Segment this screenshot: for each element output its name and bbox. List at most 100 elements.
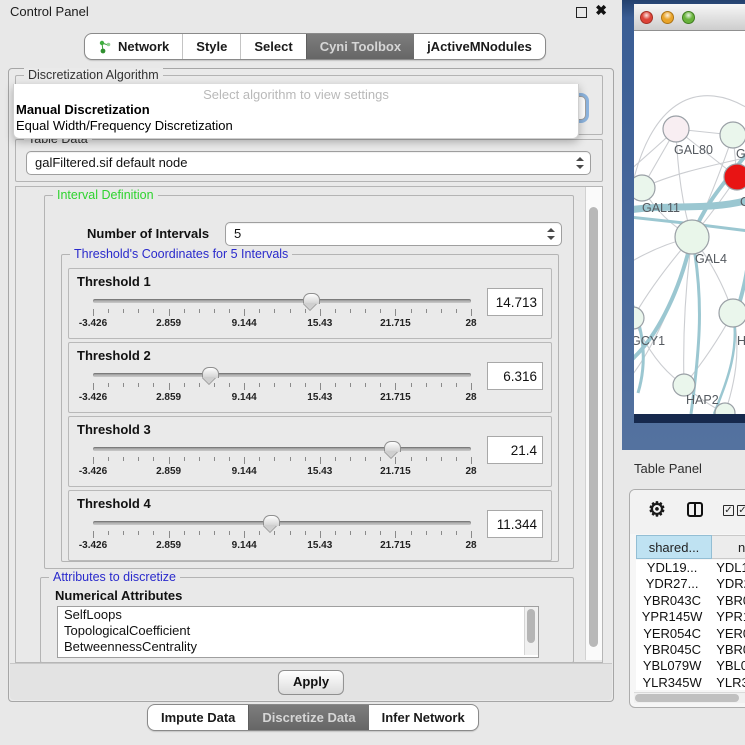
minimize-traffic-light-icon[interactable] xyxy=(661,11,674,24)
table-cell: YER0 xyxy=(708,626,745,642)
network-node[interactable] xyxy=(720,122,745,148)
checkbox-icon[interactable]: ✓ xyxy=(723,505,734,516)
network-edge-highlighted[interactable] xyxy=(736,200,745,314)
threshold-3-panel: Threshold 3-3.4262.8599.14415.4321.71528… xyxy=(68,416,552,487)
network-node-label: GAL11 xyxy=(642,201,680,215)
threshold-slider[interactable]: -3.4262.8599.14415.4321.71528 xyxy=(93,515,471,557)
table-cell: YBL079W xyxy=(636,658,708,674)
table-row[interactable]: YDL19...YDL1 xyxy=(636,560,745,576)
slider-thumb[interactable] xyxy=(303,293,320,304)
table-row[interactable]: YLR345WYLR3 xyxy=(636,675,745,690)
table-row[interactable]: YBR045CYBR0 xyxy=(636,642,745,658)
table-cell: YDL19... xyxy=(636,560,708,576)
slider-track[interactable] xyxy=(93,447,471,451)
tab-label: Select xyxy=(254,39,292,54)
table-cell: YER054C xyxy=(636,626,708,642)
slider-thumb[interactable] xyxy=(202,367,219,378)
table-row[interactable]: YBL079WYBL0 xyxy=(636,658,745,674)
network-node[interactable] xyxy=(634,175,655,201)
network-node[interactable] xyxy=(663,116,689,142)
network-window-titlebar[interactable] xyxy=(634,4,745,31)
threshold-value-field[interactable]: 11.344 xyxy=(487,510,543,538)
algorithm-placeholder-option[interactable]: Select algorithm to view settings xyxy=(14,84,578,102)
cyni-mode-tab-bar: Impute DataDiscretize Data Infer Network xyxy=(147,704,479,731)
number-of-intervals-combo[interactable]: 5 xyxy=(225,222,562,246)
stepper-arrows-icon xyxy=(576,157,584,169)
tab-discretize-data[interactable]: Discretize Data xyxy=(248,705,368,730)
table-cell: YDL1 xyxy=(708,560,745,576)
tab-jactivemnodules[interactable]: jActiveMNodules xyxy=(414,34,545,59)
table-row[interactable]: YPR145WYPR1 xyxy=(636,609,745,625)
numerical-attributes-list[interactable]: SelfLoopsTopologicalCoefficientBetweenne… xyxy=(57,606,539,658)
number-of-intervals-label: Number of Intervals xyxy=(87,226,209,241)
apply-button[interactable]: Apply xyxy=(278,670,344,695)
slider-thumb[interactable] xyxy=(384,441,401,452)
table-data-group: Table Data galFiltered.sif default node xyxy=(15,139,603,182)
table-row[interactable]: YDR27...YDR2 xyxy=(636,576,745,592)
tab-style[interactable]: Style xyxy=(182,34,240,59)
slider-thumb[interactable] xyxy=(263,515,280,526)
network-canvas[interactable]: GAL80GAGAL11CGAL4GCY1HHAP2 xyxy=(634,31,745,414)
threshold-slider[interactable]: -3.4262.8599.14415.4321.71528 xyxy=(93,441,471,483)
threshold-value-field[interactable]: 21.4 xyxy=(487,436,543,464)
network-node-label: GAL4 xyxy=(695,252,727,266)
slider-ticks xyxy=(93,457,471,465)
network-node[interactable] xyxy=(719,299,745,327)
table-rows: YDL19...YDL1YDR27...YDR2YBR043CYBR0YPR14… xyxy=(636,560,745,690)
table-cell: YLR345W xyxy=(636,675,708,690)
column-header-1[interactable]: shared... xyxy=(636,535,712,559)
table-data-combo-value: galFiltered.sif default node xyxy=(35,155,187,170)
discretization-algorithm-label: Discretization Algorithm xyxy=(24,68,163,82)
slider-track[interactable] xyxy=(93,521,471,525)
close-traffic-light-icon[interactable] xyxy=(640,11,653,24)
close-icon[interactable]: ✖ xyxy=(595,2,607,19)
table-row[interactable]: YER054CYER0 xyxy=(636,626,745,642)
slider-tick-labels: -3.4262.8599.14415.4321.71528 xyxy=(93,392,471,404)
table-row[interactable]: YBR043CYBR0 xyxy=(636,593,745,609)
stepper-arrows-icon xyxy=(547,228,555,240)
scrollbar-thumb[interactable] xyxy=(635,694,739,702)
threshold-1-panel: Threshold 1-3.4262.8599.14415.4321.71528… xyxy=(68,268,552,339)
scrollbar-thumb[interactable] xyxy=(589,207,598,647)
tab-cyni-toolbox[interactable]: Cyni Toolbox xyxy=(306,34,414,59)
attribute-list-item[interactable]: BetweennessCentrality xyxy=(58,639,538,655)
algorithm-option-2[interactable]: Equal Width/Frequency Discretization xyxy=(14,118,578,134)
float-window-icon[interactable] xyxy=(576,7,587,18)
column-split-icon[interactable] xyxy=(687,502,703,517)
algorithm-option-1[interactable]: Manual Discretization xyxy=(14,102,578,118)
checkbox-icon[interactable]: ✓ xyxy=(737,505,745,516)
apply-bar: Apply xyxy=(10,663,612,700)
attributes-list-scrollbar[interactable] xyxy=(524,607,538,655)
table-cell: YBR045C xyxy=(636,642,708,658)
slider-track[interactable] xyxy=(93,299,471,303)
network-node[interactable] xyxy=(724,164,745,190)
network-node[interactable] xyxy=(634,307,644,329)
number-of-intervals-value: 5 xyxy=(234,226,241,241)
threshold-2-panel: Threshold 2-3.4262.8599.14415.4321.71528… xyxy=(68,342,552,413)
tab-infer-network[interactable]: Infer Network xyxy=(369,705,478,730)
attribute-list-item[interactable]: TopologicalCoefficient xyxy=(58,623,538,639)
tab-network[interactable]: Network xyxy=(85,34,182,59)
threshold-value-field[interactable]: 14.713 xyxy=(487,288,543,316)
control-panel-header: Control Panel ✖ xyxy=(0,0,617,22)
slider-track[interactable] xyxy=(93,373,471,377)
attribute-list-item[interactable]: SelfLoops xyxy=(58,607,538,623)
tab-impute-data[interactable]: Impute Data xyxy=(148,705,248,730)
threshold-slider[interactable]: -3.4262.8599.14415.4321.71528 xyxy=(93,293,471,335)
table-horizontal-scrollbar[interactable] xyxy=(634,692,745,703)
threshold-value-field[interactable]: 6.316 xyxy=(487,362,543,390)
network-node-label: C xyxy=(740,195,745,209)
settings-gear-icon[interactable]: ⚙ xyxy=(648,497,666,523)
scrollbar-thumb[interactable] xyxy=(527,609,535,643)
panel-vertical-scrollbar[interactable] xyxy=(585,187,602,660)
column-header-2[interactable]: n xyxy=(712,535,745,559)
table-panel: ⚙ ✓ ✓ shared...n YDL19...YDL1YDR27...YDR… xyxy=(629,489,745,708)
tab-label: Infer Network xyxy=(382,710,465,725)
slider-ticks xyxy=(93,309,471,317)
threshold-slider[interactable]: -3.4262.8599.14415.4321.71528 xyxy=(93,367,471,409)
table-data-combo[interactable]: galFiltered.sif default node xyxy=(26,151,591,175)
tab-select[interactable]: Select xyxy=(240,34,305,59)
network-node[interactable] xyxy=(675,220,709,254)
table-panel-title: Table Panel xyxy=(634,461,702,476)
zoom-traffic-light-icon[interactable] xyxy=(682,11,695,24)
